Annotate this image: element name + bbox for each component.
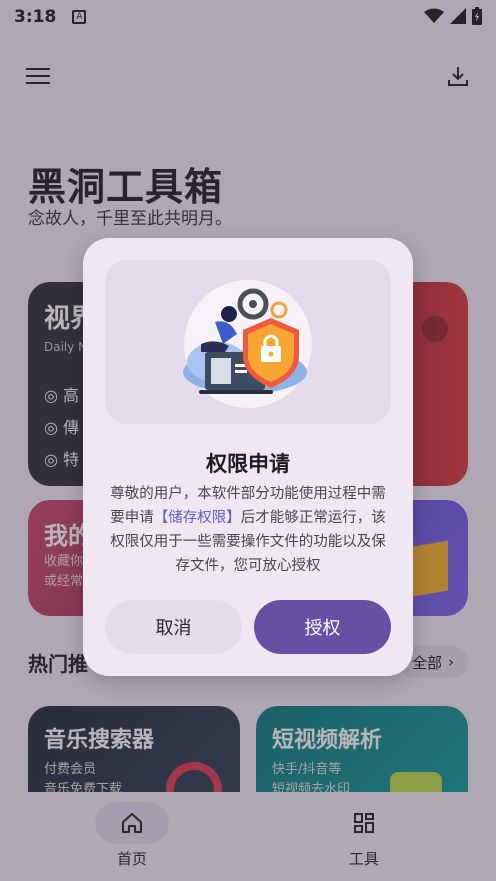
security-illustration <box>183 280 312 408</box>
permission-name-highlight: 【储存权限】 <box>153 510 241 526</box>
dialog-message: 尊敬的用户，本软件部分功能使用过程中需要申请【储存权限】后才能够正常运行，该权限… <box>110 486 386 574</box>
permission-illustration <box>105 260 391 424</box>
permission-dialog: 权限申请 尊敬的用户，本软件部分功能使用过程中需要申请【储存权限】后才能够正常运… <box>83 238 413 676</box>
dialog-title: 权限申请 <box>206 452 290 476</box>
cancel-button[interactable]: 取消 <box>105 600 242 654</box>
grant-button[interactable]: 授权 <box>254 600 391 654</box>
